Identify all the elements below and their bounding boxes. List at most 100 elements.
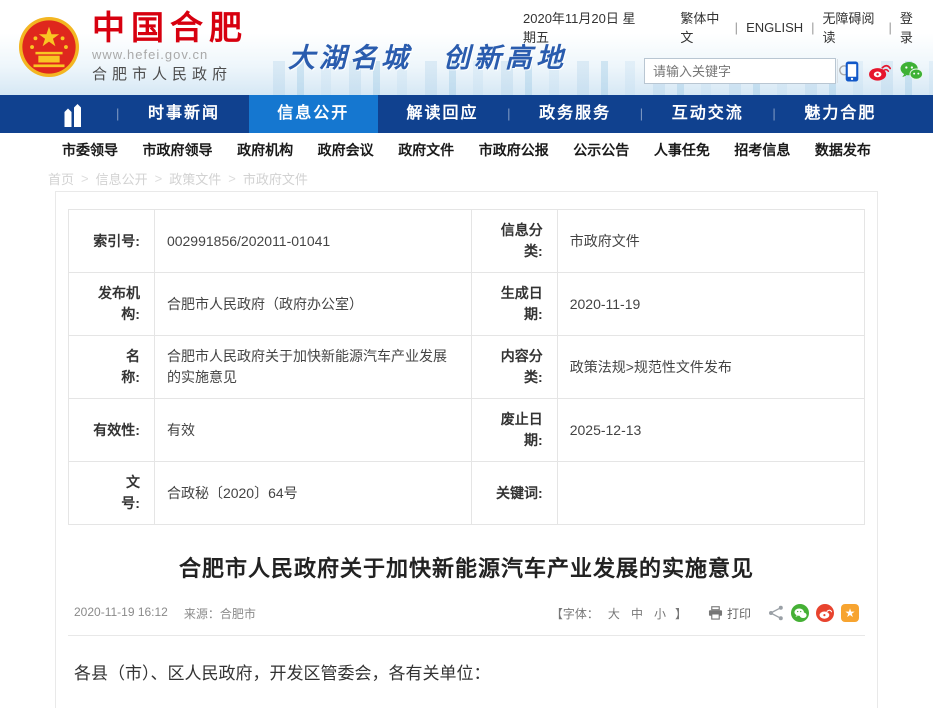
wechat-share-icon bbox=[794, 608, 807, 619]
font-size-large-button[interactable]: 大 bbox=[608, 605, 620, 622]
secondary-navigation: 市委领导 市政府领导 政府机构 政府会议 政府文件 市政府公报 公示公告 人事任… bbox=[0, 133, 933, 166]
current-date: 2020年11月20日 星期五 bbox=[523, 8, 646, 46]
favorite-star-button[interactable]: ★ bbox=[841, 604, 859, 622]
table-row: 发布机构: 合肥市人民政府（政府办公室） 生成日期: 2020-11-19 bbox=[69, 273, 865, 336]
subnav-item-personnel[interactable]: 人事任免 bbox=[654, 140, 710, 160]
field-label-issuing-agency: 发布机构: bbox=[69, 273, 155, 336]
logo-text: 中国合肥 www.hefei.gov.cn 合肥市人民政府 bbox=[92, 11, 248, 85]
mobile-app-button[interactable] bbox=[845, 61, 859, 82]
breadcrumb-policy-documents[interactable]: 政策文件 bbox=[169, 169, 221, 188]
field-value-issuing-agency: 合肥市人民政府（政府办公室） bbox=[154, 273, 471, 336]
field-value-keywords bbox=[557, 462, 864, 525]
field-label-info-category: 信息分类: bbox=[471, 210, 557, 273]
subnav-item-data-release[interactable]: 数据发布 bbox=[815, 140, 871, 160]
field-label-keywords: 关键词: bbox=[471, 462, 557, 525]
breadcrumb: 首页 > 信息公开 > 政策文件 > 市政府文件 bbox=[0, 166, 933, 191]
subnav-item-gov-gazette[interactable]: 市政府公报 bbox=[479, 140, 549, 160]
table-row: 名 称: 合肥市人民政府关于加快新能源汽车产业发展的实施意见 内容分类: 政策法… bbox=[69, 336, 865, 399]
share-weibo-button[interactable] bbox=[816, 604, 834, 622]
traditional-chinese-link[interactable]: 繁体中文 bbox=[680, 8, 726, 46]
building-icon bbox=[60, 101, 85, 127]
article-meta-left: 2020-11-19 16:12 来源：合肥市 bbox=[74, 605, 256, 622]
field-value-validity: 有效 bbox=[154, 399, 471, 462]
field-label-validity: 有效性: bbox=[69, 399, 155, 462]
subnav-item-gov-meetings[interactable]: 政府会议 bbox=[318, 140, 374, 160]
breadcrumb-separator: > bbox=[81, 171, 89, 186]
nav-item-info-disclosure[interactable]: 信息公开 bbox=[249, 95, 378, 133]
nav-item-news[interactable]: 时事新闻 bbox=[119, 95, 248, 133]
field-label-title: 名 称: bbox=[69, 336, 155, 399]
national-emblem-icon bbox=[18, 16, 80, 78]
search-row bbox=[523, 58, 923, 84]
document-info-table: 索引号: 002991856/202011-01041 信息分类: 市政府文件 … bbox=[68, 209, 865, 525]
field-label-document-number: 文 号: bbox=[69, 462, 155, 525]
printer-icon bbox=[708, 606, 723, 620]
breadcrumb-info-disclosure[interactable]: 信息公开 bbox=[96, 169, 148, 188]
search-input[interactable] bbox=[645, 64, 837, 79]
breadcrumb-home[interactable]: 首页 bbox=[48, 169, 74, 188]
star-icon: ★ bbox=[845, 607, 856, 619]
nav-item-services[interactable]: 政务服务 bbox=[510, 95, 639, 133]
site-name: 中国合肥 bbox=[92, 11, 248, 46]
nav-item-charm-hefei[interactable]: 魅力合肥 bbox=[776, 95, 905, 133]
field-value-content-category: 政策法规>规范性文件发布 bbox=[557, 336, 864, 399]
field-value-creation-date: 2020-11-19 bbox=[557, 273, 864, 336]
article-meta-bar: 2020-11-19 16:12 来源：合肥市 【字体： 大 中 小 】 打印 bbox=[68, 604, 865, 636]
wechat-button[interactable] bbox=[900, 61, 923, 81]
weibo-button[interactable] bbox=[868, 62, 891, 81]
table-row: 有效性: 有效 废止日期: 2025-12-13 bbox=[69, 399, 865, 462]
share-wechat-button[interactable] bbox=[791, 604, 809, 622]
link-separator: | bbox=[735, 20, 738, 35]
field-value-expiry-date: 2025-12-13 bbox=[557, 399, 864, 462]
table-row: 文 号: 合政秘〔2020〕64号 关键词: bbox=[69, 462, 865, 525]
link-separator: | bbox=[811, 20, 814, 35]
table-row: 索引号: 002991856/202011-01041 信息分类: 市政府文件 bbox=[69, 210, 865, 273]
nav-item-interaction[interactable]: 互动交流 bbox=[643, 95, 772, 133]
field-value-title: 合肥市人民政府关于加快新能源汽车产业发展的实施意见 bbox=[154, 336, 471, 399]
font-size-small-button[interactable]: 小 bbox=[654, 605, 666, 622]
main-navigation: | 时事新闻 信息公开 解读回应 | 政务服务 | 互动交流 | 魅力合肥 bbox=[0, 95, 933, 133]
subnav-item-committee-leaders[interactable]: 市委领导 bbox=[62, 140, 118, 160]
field-value-info-category: 市政府文件 bbox=[557, 210, 864, 273]
content-panel: 索引号: 002991856/202011-01041 信息分类: 市政府文件 … bbox=[55, 191, 878, 708]
article-paragraph: 为贯彻习近平总书记考察安徽重要讲话精神和“加速推进新能源汽车科技创新和相关产业发… bbox=[74, 705, 859, 708]
subnav-item-gov-leaders[interactable]: 市政府领导 bbox=[143, 140, 213, 160]
subnav-item-recruitment[interactable]: 招考信息 bbox=[734, 140, 790, 160]
breadcrumb-current-page: 市政府文件 bbox=[243, 169, 308, 188]
breadcrumb-separator: > bbox=[228, 171, 236, 186]
article-source: 来源：合肥市 bbox=[184, 605, 256, 622]
subnav-item-gov-agencies[interactable]: 政府机构 bbox=[237, 140, 293, 160]
wechat-icon bbox=[900, 61, 923, 81]
field-label-creation-date: 生成日期: bbox=[471, 273, 557, 336]
utility-row: 2020年11月20日 星期五 繁体中文 | ENGLISH | 无障碍阅读 |… bbox=[523, 8, 923, 46]
font-size-label-open: 【字体： bbox=[551, 605, 599, 622]
field-label-content-category: 内容分类: bbox=[471, 336, 557, 399]
weibo-share-icon bbox=[819, 608, 832, 619]
share-button[interactable] bbox=[768, 605, 784, 621]
site-subtitle: 合肥市人民政府 bbox=[92, 63, 248, 84]
site-header: 中国合肥 www.hefei.gov.cn 合肥市人民政府 大湖名城 创新高地 … bbox=[0, 0, 933, 95]
field-value-document-number: 合政秘〔2020〕64号 bbox=[154, 462, 471, 525]
font-size-medium-button[interactable]: 中 bbox=[631, 605, 643, 622]
login-link[interactable]: 登录 bbox=[900, 8, 923, 46]
mobile-phone-icon bbox=[845, 61, 859, 82]
font-size-label-close: 】 bbox=[675, 605, 687, 622]
nav-item-interpretation[interactable]: 解读回应 bbox=[378, 95, 507, 133]
nav-home-button[interactable] bbox=[28, 95, 116, 133]
weibo-icon bbox=[868, 62, 891, 81]
breadcrumb-separator: > bbox=[155, 171, 163, 186]
subnav-item-gov-documents[interactable]: 政府文件 bbox=[398, 140, 454, 160]
print-label: 打印 bbox=[727, 605, 751, 622]
site-logo[interactable]: 中国合肥 www.hefei.gov.cn 合肥市人民政府 bbox=[0, 11, 248, 85]
accessibility-link[interactable]: 无障碍阅读 bbox=[823, 8, 881, 46]
field-label-expiry-date: 废止日期: bbox=[471, 399, 557, 462]
share-icon bbox=[768, 605, 784, 621]
field-label-index-number: 索引号: bbox=[69, 210, 155, 273]
english-link[interactable]: ENGLISH bbox=[746, 20, 803, 35]
header-utilities: 2020年11月20日 星期五 繁体中文 | ENGLISH | 无障碍阅读 |… bbox=[523, 8, 923, 84]
print-button[interactable]: 打印 bbox=[708, 605, 751, 622]
article-title: 合肥市人民政府关于加快新能源汽车产业发展的实施意见 bbox=[68, 551, 865, 583]
subnav-item-public-notices[interactable]: 公示公告 bbox=[573, 140, 629, 160]
article-toolbar: 【字体： 大 中 小 】 打印 bbox=[551, 604, 859, 622]
site-url: www.hefei.gov.cn bbox=[92, 47, 248, 62]
